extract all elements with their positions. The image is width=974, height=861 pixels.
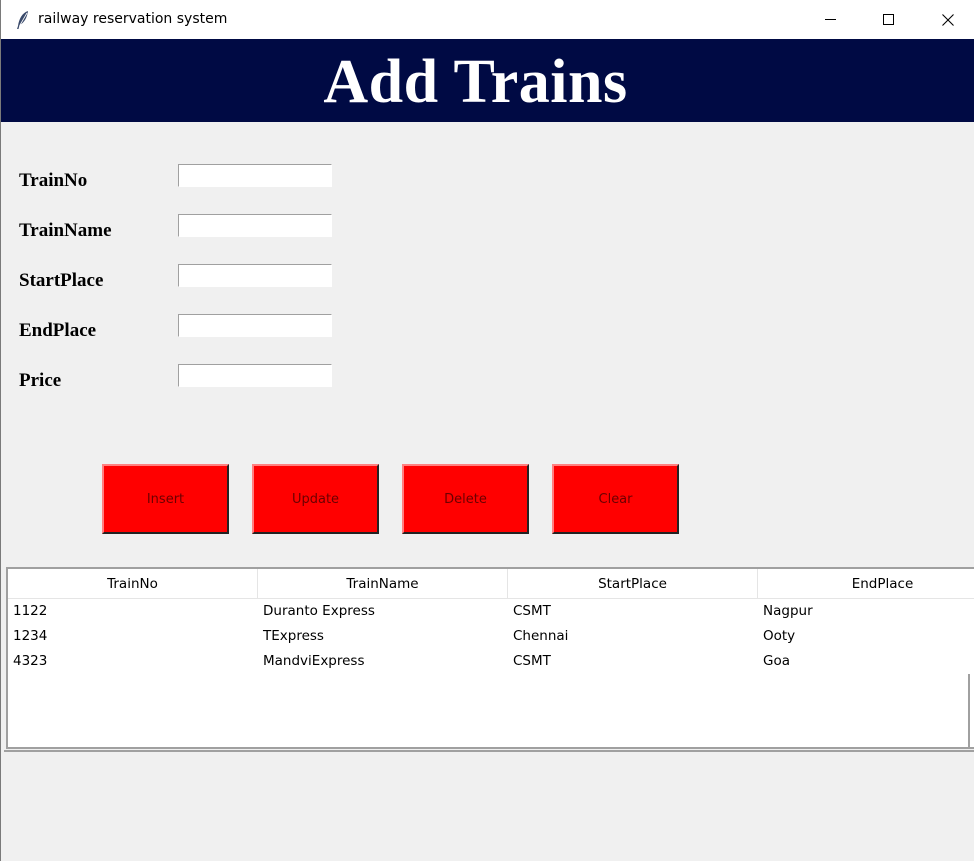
column-header-startplace[interactable]: StartPlace xyxy=(508,569,758,599)
column-header-trainname[interactable]: TrainName xyxy=(258,569,508,599)
close-icon xyxy=(942,13,954,26)
table-row[interactable]: 1122 Duranto Express CSMT Nagpur xyxy=(8,599,974,624)
maximize-button[interactable] xyxy=(865,0,911,39)
table-scrollbar-edge[interactable] xyxy=(968,674,970,748)
cell-trainname: MandviExpress xyxy=(263,653,365,669)
delete-button[interactable]: Delete xyxy=(402,464,529,534)
trainname-label: TrainName xyxy=(19,220,112,241)
cell-endplace: Ooty xyxy=(763,628,796,644)
trainname-input[interactable] xyxy=(178,214,332,237)
minimize-icon xyxy=(824,14,836,25)
column-header-endplace[interactable]: EndPlace xyxy=(758,569,974,599)
header-banner: Add Trains xyxy=(1,39,974,122)
cell-endplace: Goa xyxy=(763,653,790,669)
trains-table[interactable]: TrainNo TrainName StartPlace EndPlace 11… xyxy=(6,567,974,749)
cell-trainname: TExpress xyxy=(263,628,324,644)
divider xyxy=(4,750,974,752)
endplace-input[interactable] xyxy=(178,314,332,337)
feather-icon xyxy=(15,10,31,30)
cell-startplace: CSMT xyxy=(513,653,551,669)
close-button[interactable] xyxy=(925,0,971,39)
window-title: railway reservation system xyxy=(38,11,228,27)
price-input[interactable] xyxy=(178,364,332,387)
column-header-trainno[interactable]: TrainNo xyxy=(8,569,258,599)
cell-trainno: 1234 xyxy=(13,628,48,644)
table-row[interactable]: 4323 MandviExpress CSMT Goa xyxy=(8,649,974,674)
title-bar[interactable]: railway reservation system xyxy=(1,0,974,39)
cell-startplace: CSMT xyxy=(513,603,551,619)
minimize-button[interactable] xyxy=(807,0,853,39)
table-row[interactable]: 1234 TExpress Chennai Ooty xyxy=(8,624,974,649)
table-body: 1122 Duranto Express CSMT Nagpur 1234 TE… xyxy=(8,599,974,674)
table-header: TrainNo TrainName StartPlace EndPlace xyxy=(8,569,974,599)
trainno-input[interactable] xyxy=(178,164,332,187)
cell-trainno: 1122 xyxy=(13,603,48,619)
insert-button[interactable]: Insert xyxy=(102,464,229,534)
startplace-label: StartPlace xyxy=(19,270,104,291)
trainno-label: TrainNo xyxy=(19,170,88,191)
page-title: Add Trains xyxy=(323,47,628,116)
endplace-label: EndPlace xyxy=(19,320,97,341)
cell-startplace: Chennai xyxy=(513,628,569,644)
price-label: Price xyxy=(19,370,62,391)
startplace-input[interactable] xyxy=(178,264,332,287)
update-button[interactable]: Update xyxy=(252,464,379,534)
app-window: railway reservation system Add Trains Tr… xyxy=(0,0,974,861)
clear-button[interactable]: Clear xyxy=(552,464,679,534)
maximize-icon xyxy=(882,14,894,25)
cell-trainname: Duranto Express xyxy=(263,603,375,619)
cell-trainno: 4323 xyxy=(13,653,48,669)
cell-endplace: Nagpur xyxy=(763,603,813,619)
